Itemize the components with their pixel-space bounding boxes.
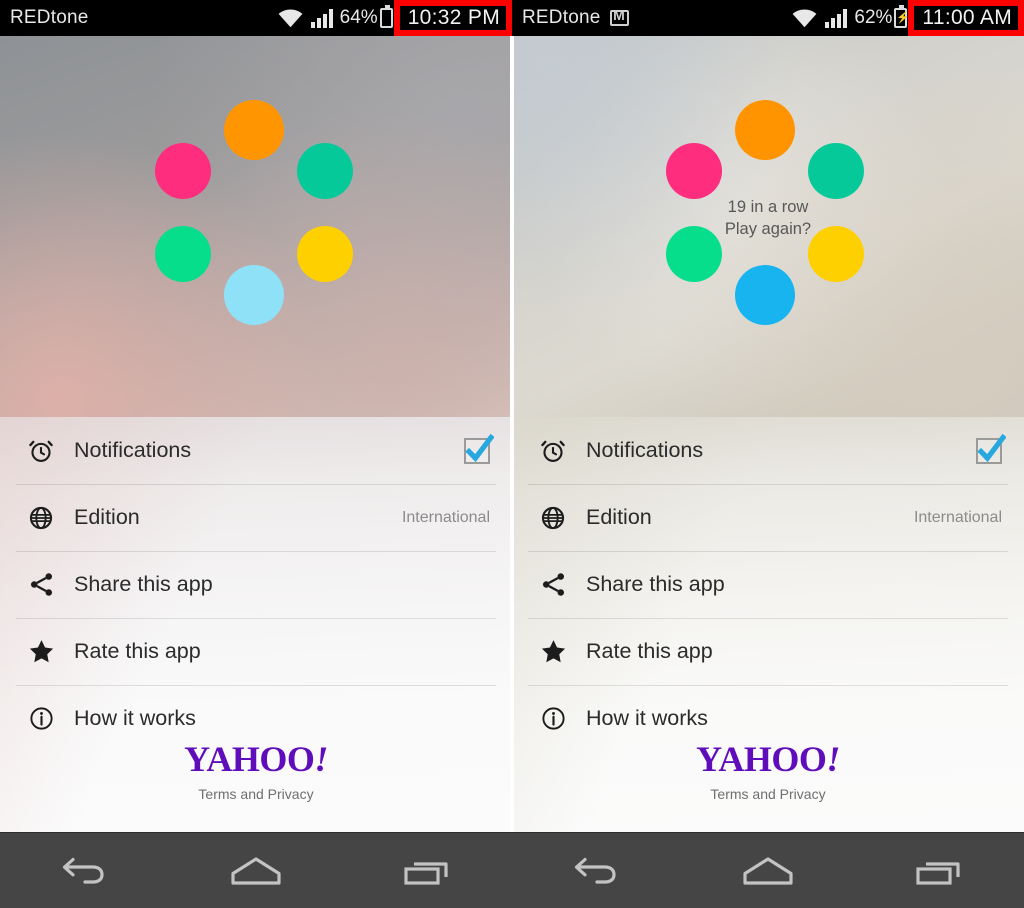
game-message-line-2: Play again? <box>724 220 812 238</box>
dot-pink[interactable] <box>666 143 722 199</box>
share-icon <box>26 570 56 600</box>
charging-bolt-icon: ⚡ <box>896 12 911 24</box>
recents-button[interactable] <box>853 833 1024 908</box>
status-icons: 64% 10:32 PM <box>278 0 512 36</box>
menu-item-notifications[interactable]: Notifications <box>0 417 512 484</box>
menu-item-label: Notifications <box>586 438 704 462</box>
globe-icon <box>26 503 56 533</box>
battery-percent-label: 64% <box>339 7 378 28</box>
game-stage <box>0 36 512 417</box>
dot-cyan[interactable] <box>735 265 795 325</box>
menu-item-label: Notifications <box>74 438 192 462</box>
battery-icon: ⚡ <box>894 5 911 28</box>
alarm-clock-icon <box>538 436 568 466</box>
dot-teal[interactable] <box>808 143 864 199</box>
dot-cyan[interactable] <box>224 265 284 325</box>
globe-icon <box>538 503 568 533</box>
signal-bars-icon <box>825 8 848 28</box>
edition-value: International <box>401 508 490 526</box>
battery-percent-label: 62% <box>854 7 893 28</box>
signal-bars-icon <box>310 8 333 28</box>
status-time-label: 11:00 AM <box>922 6 1012 29</box>
dot-orange[interactable] <box>735 100 795 160</box>
menu-item-rate-this-app[interactable]: Rate this app <box>0 618 512 685</box>
dot-green[interactable] <box>155 226 211 282</box>
menu-item-edition[interactable]: Edition International <box>0 484 512 551</box>
recents-button[interactable] <box>341 833 512 908</box>
dot-pink[interactable] <box>155 143 211 199</box>
menu-item-label: Share this app <box>586 572 725 596</box>
share-icon <box>538 570 568 600</box>
game-stage: 19 in a row Play again? <box>512 36 1024 417</box>
yahoo-logo: YAHOO! <box>696 739 840 779</box>
carrier-label: REDtone <box>10 7 89 28</box>
info-icon <box>26 704 56 734</box>
yahoo-logo: YAHOO! <box>184 739 328 779</box>
settings-menu: Notifications Edition International Shar… <box>512 417 1024 832</box>
notifications-checkbox[interactable] <box>976 433 1006 464</box>
settings-menu: Notifications Edition International Shar… <box>0 417 512 832</box>
menu-item-share-this-app[interactable]: Share this app <box>0 551 512 618</box>
menu-item-label: Edition <box>586 505 652 529</box>
panel-divider <box>510 36 514 832</box>
carrier-label: REDtone <box>522 7 601 28</box>
home-button[interactable] <box>171 833 342 908</box>
wifi-icon <box>278 9 303 28</box>
notifications-checkbox[interactable] <box>464 433 494 464</box>
time-highlight-box: 11:00 AM <box>908 0 1024 36</box>
status-bar: REDtone 62% ⚡ 11:00 AM <box>512 0 1024 36</box>
back-button[interactable] <box>0 833 171 908</box>
status-bar: REDtone 64% 10:32 PM <box>0 0 512 36</box>
menu-item-share-this-app[interactable]: Share this app <box>512 551 1024 618</box>
android-navigation-bar <box>0 832 512 908</box>
menu-item-notifications[interactable]: Notifications <box>512 417 1024 484</box>
menu-item-label: Share this app <box>74 572 213 596</box>
status-icons: 62% ⚡ 11:00 AM <box>792 0 1024 36</box>
yahoo-branding: YAHOO! Terms and Privacy <box>0 739 512 802</box>
game-message: 19 in a row Play again? <box>512 196 1024 240</box>
dot-orange[interactable] <box>224 100 284 160</box>
star-icon <box>538 637 568 667</box>
menu-item-edition[interactable]: Edition International <box>512 484 1024 551</box>
alarm-clock-icon <box>26 436 56 466</box>
status-time-label: 10:32 PM <box>407 6 500 29</box>
menu-item-label: Rate this app <box>586 639 713 663</box>
menu-item-label: Rate this app <box>74 639 201 663</box>
info-icon <box>538 704 568 734</box>
battery-icon <box>379 5 393 28</box>
terms-and-privacy-link[interactable]: Terms and Privacy <box>512 786 1024 802</box>
dual-screenshot-comparison: REDtone 64% 10:32 PM Notifications Editi… <box>0 0 1024 908</box>
dot-yellow[interactable] <box>297 226 353 282</box>
home-button[interactable] <box>683 833 854 908</box>
android-navigation-bar <box>512 832 1024 908</box>
terms-and-privacy-link[interactable]: Terms and Privacy <box>0 786 512 802</box>
menu-item-label: How it works <box>586 706 708 730</box>
menu-item-label: Edition <box>74 505 140 529</box>
dot-cluster <box>0 36 512 417</box>
right-screen: REDtone 62% ⚡ 11:00 AM 19 in a row Play … <box>512 0 1024 908</box>
back-button[interactable] <box>512 833 683 908</box>
menu-item-label: How it works <box>74 706 196 730</box>
time-highlight-box: 10:32 PM <box>393 0 512 36</box>
yahoo-branding: YAHOO! Terms and Privacy <box>512 739 1024 802</box>
gmail-icon <box>609 7 629 26</box>
menu-item-rate-this-app[interactable]: Rate this app <box>512 618 1024 685</box>
left-screen: REDtone 64% 10:32 PM Notifications Editi… <box>0 0 512 908</box>
star-icon <box>26 637 56 667</box>
wifi-icon <box>792 9 817 28</box>
dot-teal[interactable] <box>297 143 353 199</box>
edition-value: International <box>913 508 1002 526</box>
game-message-line-1: 19 in a row <box>727 198 809 216</box>
